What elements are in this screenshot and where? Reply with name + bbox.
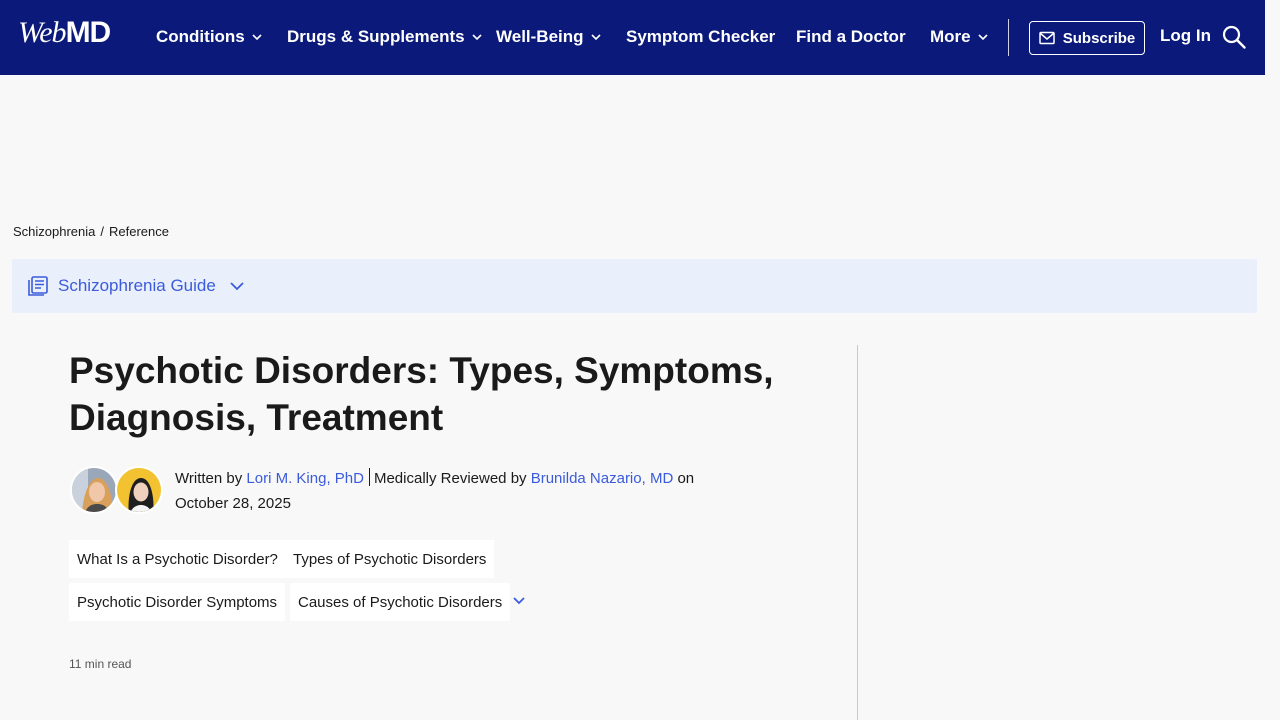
article-title: Psychotic Disorders: Types, Symptoms, Di…	[69, 350, 774, 438]
reviewer-link[interactable]: Brunilda Nazario, MD	[531, 470, 674, 487]
chevron-down-icon	[590, 34, 601, 41]
mail-icon	[1038, 31, 1055, 45]
reviewer-photo	[117, 468, 161, 512]
breadcrumb-item-schizophrenia[interactable]: Schizophrenia	[13, 224, 95, 239]
nav-item-well-being[interactable]: Well-Being	[496, 26, 602, 48]
subscribe-label: Subscribe	[1062, 29, 1136, 47]
author-photo	[72, 468, 116, 512]
top-navigation-bar: WebMD Conditions Drugs & Supplements Wel…	[0, 0, 1265, 75]
expand-toc-chevron-icon[interactable]	[511, 593, 527, 609]
subscribe-button[interactable]: Subscribe	[1029, 21, 1145, 55]
nav-divider	[1008, 19, 1009, 56]
nav-item-conditions[interactable]: Conditions	[156, 26, 263, 48]
toc-chip-what-is[interactable]: What Is a Psychotic Disorder?	[69, 540, 286, 578]
read-time: 11 min read	[69, 657, 132, 671]
nav-item-label: Symptom Checker	[626, 27, 776, 46]
nav-item-label: Find a Doctor	[796, 27, 906, 46]
breadcrumb: Schizophrenia / Reference	[13, 224, 169, 239]
login-link[interactable]: Log In	[1160, 26, 1211, 46]
reviewer-avatar[interactable]	[115, 466, 163, 514]
toc-chip-symptoms[interactable]: Psychotic Disorder Symptoms	[69, 583, 286, 621]
author-avatar[interactable]	[70, 466, 118, 514]
nav-item-label: More	[930, 27, 971, 46]
sidebar-divider	[857, 345, 858, 720]
nav-item-symptom-checker[interactable]: Symptom Checker	[626, 26, 775, 48]
guide-dropdown[interactable]: Schizophrenia Guide	[12, 259, 1257, 313]
review-date: October 28, 2025	[175, 495, 291, 512]
guide-icon	[28, 276, 48, 296]
nav-item-label: Conditions	[156, 27, 245, 46]
author-link[interactable]: Lori M. King, PhD	[246, 470, 364, 487]
byline-separator	[368, 468, 370, 486]
chevron-down-icon	[978, 34, 988, 41]
author-avatars	[70, 466, 166, 516]
nav-item-drugs-supplements[interactable]: Drugs & Supplements	[287, 26, 483, 48]
chevron-down-icon	[230, 282, 244, 291]
nav-item-label: Drugs & Supplements	[287, 27, 465, 46]
toc-chip-causes[interactable]: Causes of Psychotic Disorders	[290, 583, 511, 621]
toc-chip-types[interactable]: Types of Psychotic Disorders	[285, 540, 495, 578]
reviewed-by-label: Medically Reviewed by	[373, 470, 527, 487]
article-byline: Written by Lori M. King, PhD Medically Re…	[175, 466, 735, 516]
date-prefix: on	[677, 470, 695, 487]
nav-item-find-a-doctor[interactable]: Find a Doctor	[796, 26, 906, 48]
nav-item-more[interactable]: More	[930, 26, 989, 48]
breadcrumb-item-reference[interactable]: Reference	[109, 224, 169, 239]
guide-title: Schizophrenia Guide	[58, 276, 216, 295]
chevron-down-icon	[472, 34, 482, 41]
written-by-label: Written by	[175, 470, 243, 487]
breadcrumb-separator: /	[100, 224, 105, 239]
search-icon[interactable]	[1221, 24, 1247, 50]
chevron-down-icon	[252, 34, 262, 41]
nav-item-label: Well-Being	[496, 27, 584, 46]
